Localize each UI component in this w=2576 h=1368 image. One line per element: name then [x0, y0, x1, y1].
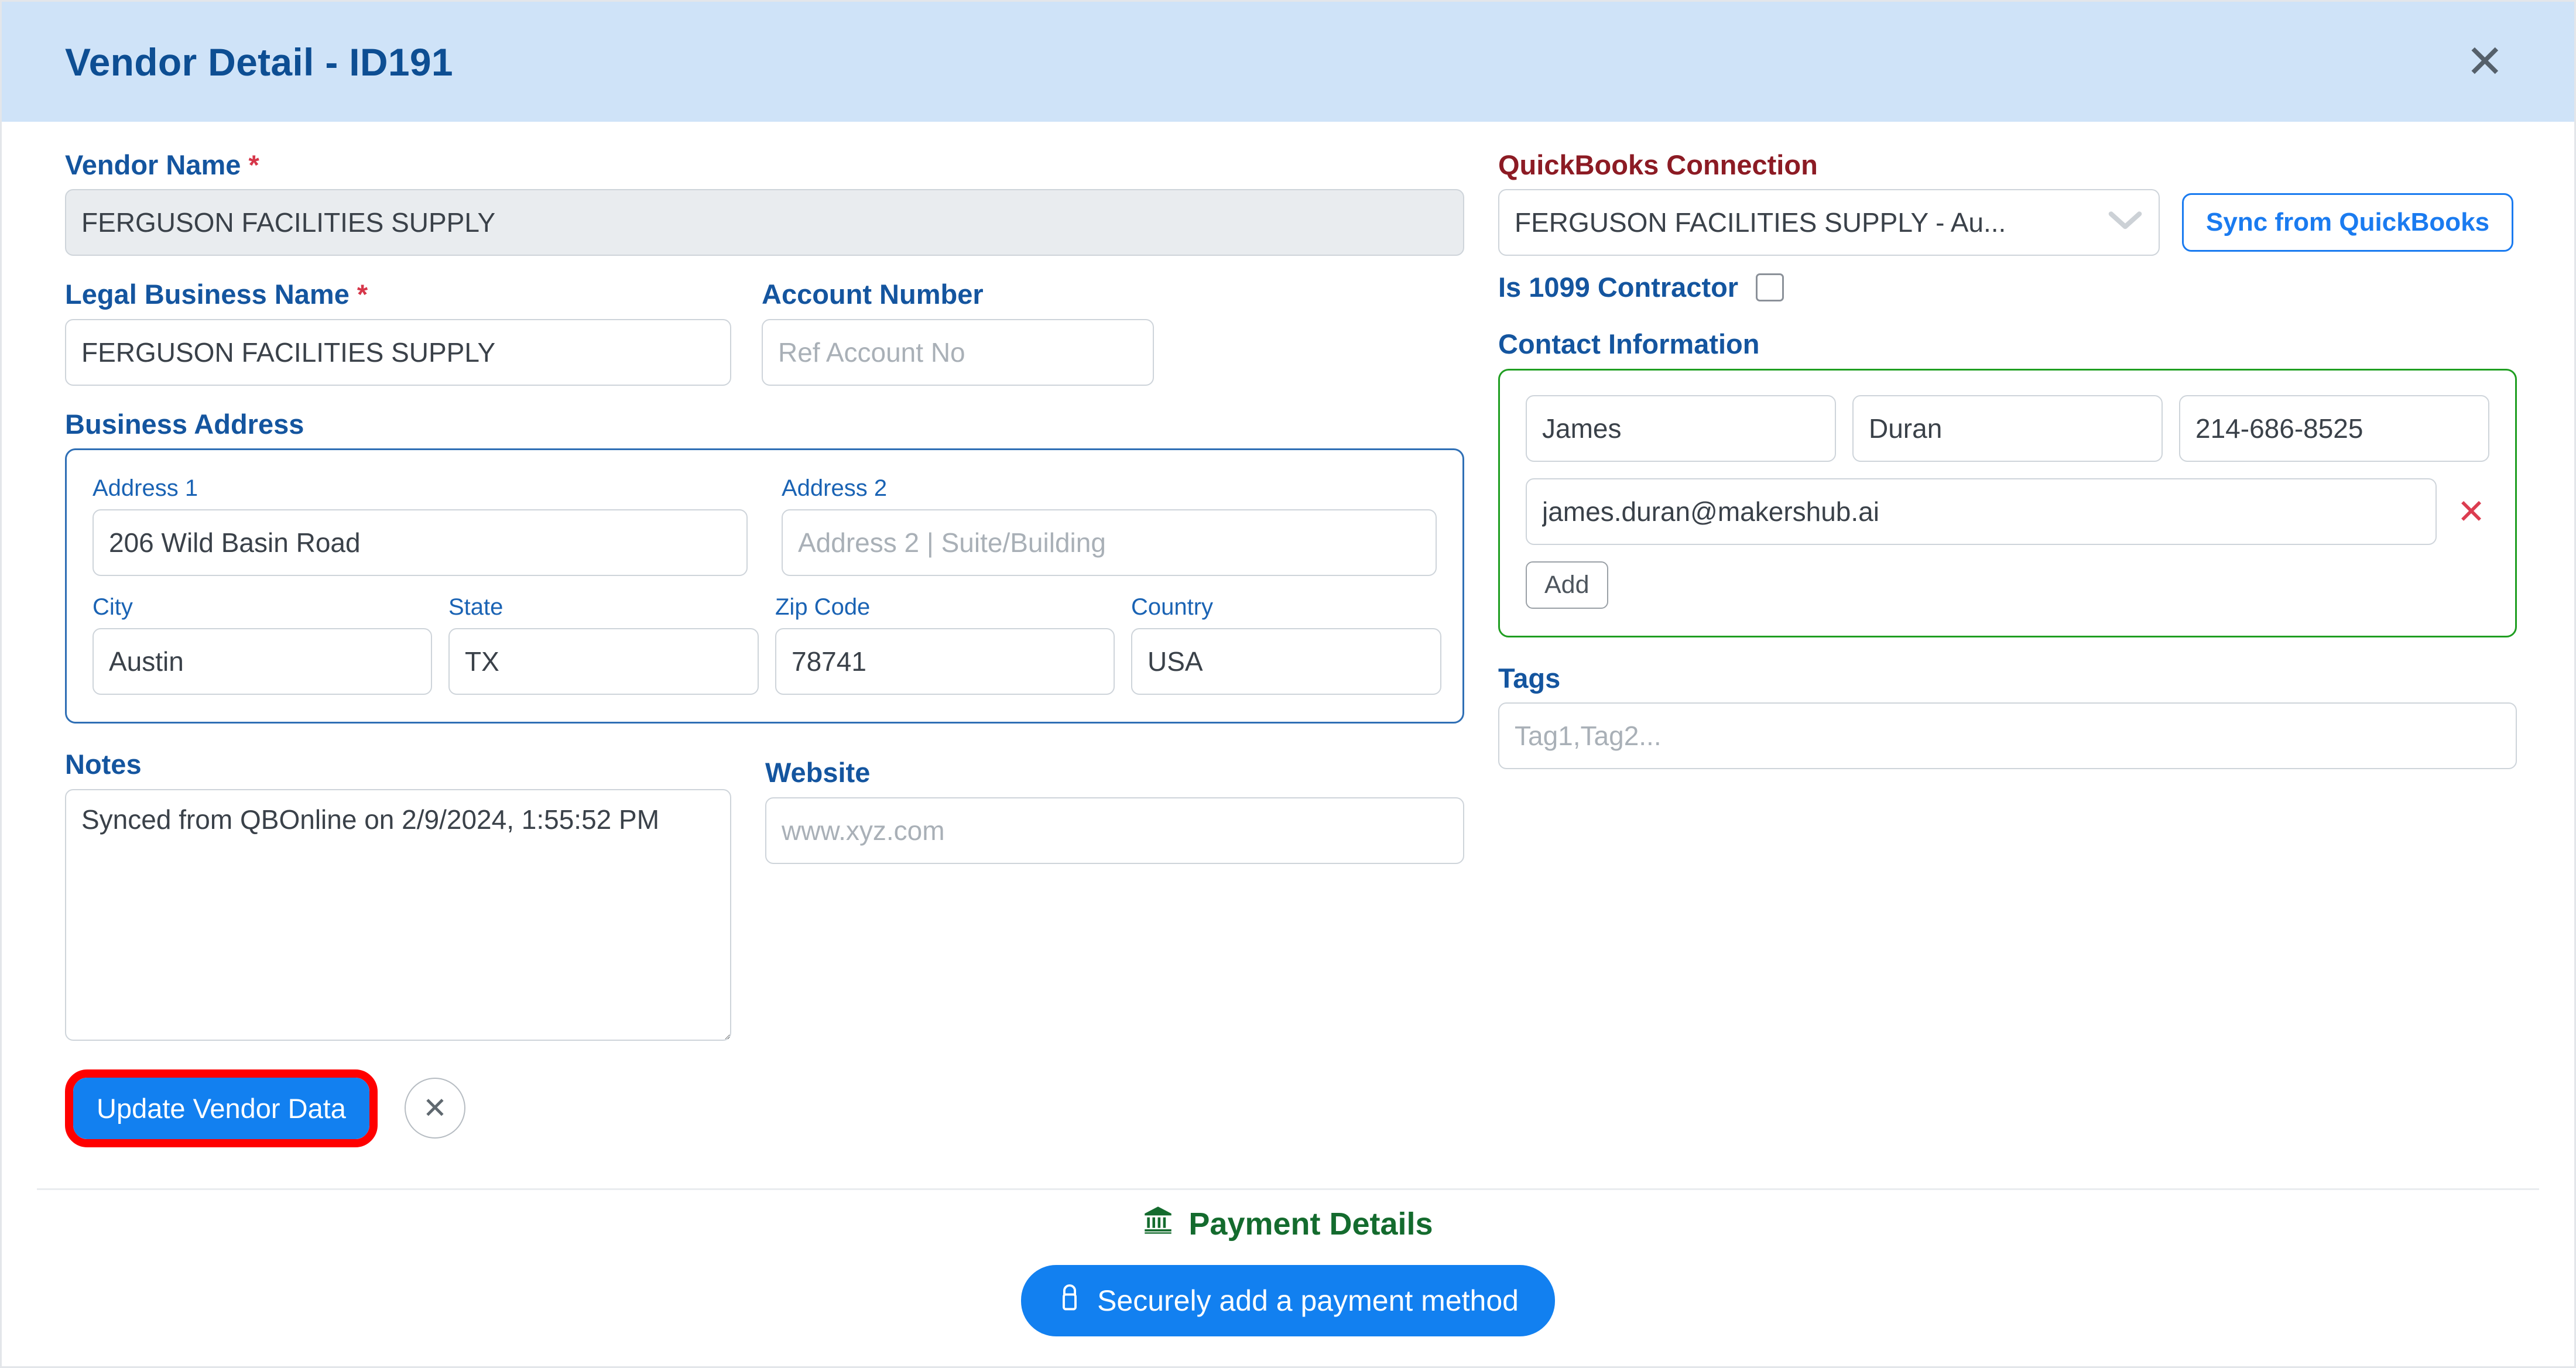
cancel-button[interactable]: ✕ — [404, 1078, 465, 1139]
notes-label: Notes — [65, 749, 142, 780]
lock-icon — [1057, 1283, 1082, 1319]
contact-information-panel: ✕ Add — [1498, 368, 2517, 637]
business-address-panel: Address 1 Address 2 City — [65, 448, 1464, 724]
contact-information-group: Contact Information ✕ Add — [1498, 328, 2517, 637]
city-state-zip-country-row: City State Zip Code Country — [93, 594, 1441, 695]
country-label: Country — [1131, 594, 1214, 620]
notes-group: Notes — [65, 748, 731, 1043]
account-number-input[interactable] — [762, 318, 1154, 386]
contact-email-input[interactable] — [1526, 478, 2437, 545]
add-contact-button[interactable]: Add — [1526, 561, 1608, 609]
state-input[interactable] — [448, 628, 759, 695]
legal-account-row: Legal Business Name * Account Number — [65, 278, 1464, 386]
quickbooks-connection-select-wrap: FERGUSON FACILITIES SUPPLY - Au... — [1498, 189, 2160, 256]
address2-label: Address 2 — [782, 475, 888, 502]
payment-footer: Payment Details Securely add a payment m… — [2, 1205, 2574, 1336]
modal-header: Vendor Detail - ID191 ✕ — [2, 2, 2574, 122]
legal-business-name-input[interactable] — [65, 318, 731, 386]
update-vendor-data-button[interactable]: Update Vendor Data — [73, 1077, 369, 1139]
address1-label: Address 1 — [93, 475, 198, 502]
is-1099-contractor-checkbox[interactable] — [1756, 273, 1784, 301]
bank-icon — [1143, 1205, 1173, 1243]
zip-code-label: Zip Code — [775, 594, 871, 620]
securely-add-payment-method-button[interactable]: Securely add a payment method — [1021, 1265, 1555, 1336]
is-1099-contractor-label: Is 1099 Contractor — [1498, 272, 1739, 303]
tags-label: Tags — [1498, 662, 1561, 694]
left-column: Vendor Name * Legal Business Name * Acco… — [65, 149, 1464, 1147]
zip-code-group: Zip Code — [775, 594, 1115, 695]
close-icon[interactable]: ✕ — [2460, 39, 2510, 85]
page-title: Vendor Detail - ID191 — [65, 40, 453, 84]
required-asterisk: * — [248, 149, 259, 180]
tags-group: Tags — [1498, 662, 2517, 770]
quickbooks-connection-select[interactable]: FERGUSON FACILITIES SUPPLY - Au... — [1498, 189, 2160, 256]
zip-code-input[interactable] — [775, 628, 1115, 695]
vendor-name-group: Vendor Name * — [65, 149, 1464, 256]
notes-website-row: Notes Website — [65, 748, 1464, 1043]
sync-from-quickbooks-button[interactable]: Sync from QuickBooks — [2182, 193, 2514, 252]
contact-last-name-input[interactable] — [1852, 395, 2163, 462]
address1-group: Address 1 — [93, 475, 748, 577]
website-label: Website — [765, 757, 871, 788]
payment-details-label: Payment Details — [1188, 1206, 1433, 1242]
contact-phone-input[interactable] — [2179, 395, 2489, 462]
form-actions: Update Vendor Data ✕ — [65, 1069, 1464, 1147]
legal-business-name-group: Legal Business Name * — [65, 278, 731, 386]
state-label: State — [448, 594, 503, 620]
is-1099-contractor-group: Is 1099 Contractor — [1498, 271, 2517, 303]
vendor-detail-modal: Vendor Detail - ID191 ✕ Vendor Name * Le… — [0, 0, 2576, 1368]
quickbooks-row: FERGUSON FACILITIES SUPPLY - Au... Sync … — [1498, 189, 2517, 256]
right-column: QuickBooks Connection FERGUSON FACILITIE… — [1498, 149, 2517, 1147]
vendor-name-input[interactable] — [65, 189, 1464, 256]
contact-information-label: Contact Information — [1498, 328, 1760, 360]
account-number-group: Account Number — [762, 278, 1154, 386]
remove-contact-icon[interactable]: ✕ — [2453, 495, 2489, 529]
address2-group: Address 2 — [782, 475, 1437, 577]
contact-name-phone-row — [1526, 395, 2489, 462]
modal-body: Vendor Name * Legal Business Name * Acco… — [2, 122, 2574, 1147]
vendor-name-label: Vendor Name * — [65, 149, 259, 180]
notes-textarea[interactable] — [65, 788, 731, 1041]
required-asterisk: * — [357, 279, 368, 310]
country-input[interactable] — [1131, 628, 1441, 695]
city-group: City — [93, 594, 432, 695]
account-number-label: Account Number — [762, 279, 984, 310]
securely-add-payment-method-label: Securely add a payment method — [1097, 1284, 1519, 1317]
website-input[interactable] — [765, 797, 1464, 864]
business-address-label: Business Address — [65, 408, 304, 440]
city-label: City — [93, 594, 133, 620]
tags-input[interactable] — [1498, 702, 2517, 770]
country-group: Country — [1131, 594, 1441, 695]
business-address-group: Business Address Address 1 Address 2 — [65, 408, 1464, 724]
contact-email-row: ✕ — [1526, 478, 2489, 545]
website-group: Website — [765, 748, 1464, 1043]
address-lines-row: Address 1 Address 2 — [93, 475, 1437, 577]
legal-business-name-label: Legal Business Name * — [65, 279, 368, 310]
city-input[interactable] — [93, 628, 432, 695]
address1-input[interactable] — [93, 509, 748, 577]
payment-details-title: Payment Details — [1143, 1205, 1433, 1243]
address2-input[interactable] — [782, 509, 1437, 577]
update-button-highlight: Update Vendor Data — [65, 1069, 378, 1147]
footer-divider — [37, 1188, 2539, 1190]
quickbooks-connection-group: QuickBooks Connection FERGUSON FACILITIE… — [1498, 149, 2517, 256]
contact-first-name-input[interactable] — [1526, 395, 1836, 462]
quickbooks-connection-label: QuickBooks Connection — [1498, 149, 1818, 180]
state-group: State — [448, 594, 759, 695]
